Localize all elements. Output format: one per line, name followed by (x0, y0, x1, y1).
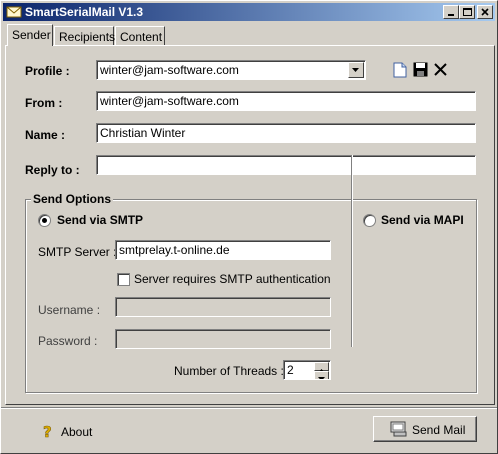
send-mail-label: Send Mail (412, 423, 466, 437)
reply-to-label: Reply to : (25, 163, 80, 177)
new-document-icon[interactable] (393, 62, 407, 78)
envelope-icon (6, 6, 22, 18)
threads-spin-buttons (314, 362, 329, 379)
smtp-auth-label[interactable]: Server requires SMTP authentication (134, 272, 331, 286)
threads-value: 2 (287, 363, 294, 377)
save-disk-icon[interactable] (413, 62, 428, 77)
profile-label: Profile : (25, 64, 70, 78)
window-title: SmartSerialMail V1.3 (25, 5, 144, 19)
smtp-auth-checkbox[interactable] (117, 273, 130, 286)
chevron-down-icon (318, 377, 325, 379)
tab-content[interactable]: Content (115, 26, 165, 46)
minimize-button[interactable] (443, 5, 459, 19)
main-window: SmartSerialMail V1.3 Sender Recipients C… (0, 0, 498, 454)
smtp-server-label: SMTP Server : (38, 245, 117, 259)
tab-content-label: Content (120, 30, 163, 44)
profile-combobox[interactable]: winter@jam-software.com (96, 60, 366, 80)
reply-to-field[interactable] (96, 155, 476, 175)
send-mail-icon (390, 421, 407, 437)
profile-value: winter@jam-software.com (100, 63, 239, 77)
delete-x-icon[interactable] (433, 62, 448, 77)
smtp-server-field[interactable]: smtprelay.t-online.de (115, 240, 331, 260)
from-value: winter@jam-software.com (100, 94, 239, 108)
spin-down-button[interactable] (314, 371, 329, 379)
threads-spinbox[interactable]: 2 (283, 360, 331, 380)
smtp-radio-dot (42, 218, 47, 223)
about-button[interactable]: ? About (37, 421, 97, 441)
mapi-radio[interactable] (363, 214, 376, 227)
name-field[interactable]: Christian Winter (96, 123, 476, 143)
about-label: About (61, 425, 93, 439)
svg-text:?: ? (43, 423, 52, 439)
from-label: From : (25, 96, 63, 110)
tab-sender-label: Sender (12, 28, 51, 42)
password-label: Password : (38, 334, 98, 348)
smtp-radio[interactable] (38, 214, 51, 227)
username-label: Username : (38, 303, 101, 317)
from-field[interactable]: winter@jam-software.com (96, 91, 476, 111)
close-icon (481, 8, 489, 16)
maximize-icon (463, 8, 472, 16)
footer-separator (1, 407, 497, 409)
profile-dropdown-button[interactable] (348, 62, 364, 78)
tab-recipients-label: Recipients (59, 30, 116, 44)
close-button[interactable] (477, 5, 493, 19)
spin-up-button[interactable] (314, 362, 329, 373)
minimize-icon (448, 14, 454, 16)
maximize-button[interactable] (459, 5, 475, 19)
tab-recipients[interactable]: Recipients (54, 26, 116, 46)
smtp-label[interactable]: Send via SMTP (57, 213, 143, 227)
threads-label: Number of Threads : (174, 364, 284, 378)
name-value: Christian Winter (100, 126, 186, 140)
username-field[interactable] (115, 297, 331, 317)
password-field[interactable] (115, 329, 331, 349)
send-mail-button[interactable]: Send Mail (373, 416, 477, 442)
mapi-label[interactable]: Send via MAPI (381, 213, 464, 227)
help-question-icon: ? (43, 423, 52, 439)
smtp-server-value: smtprelay.t-online.de (119, 243, 230, 257)
title-bar[interactable]: SmartSerialMail V1.3 (3, 3, 495, 21)
name-label: Name : (25, 128, 66, 142)
group-divider (351, 155, 353, 347)
send-options-title: Send Options (31, 192, 113, 206)
tab-sender[interactable]: Sender (7, 24, 53, 46)
chevron-down-icon (352, 68, 359, 72)
